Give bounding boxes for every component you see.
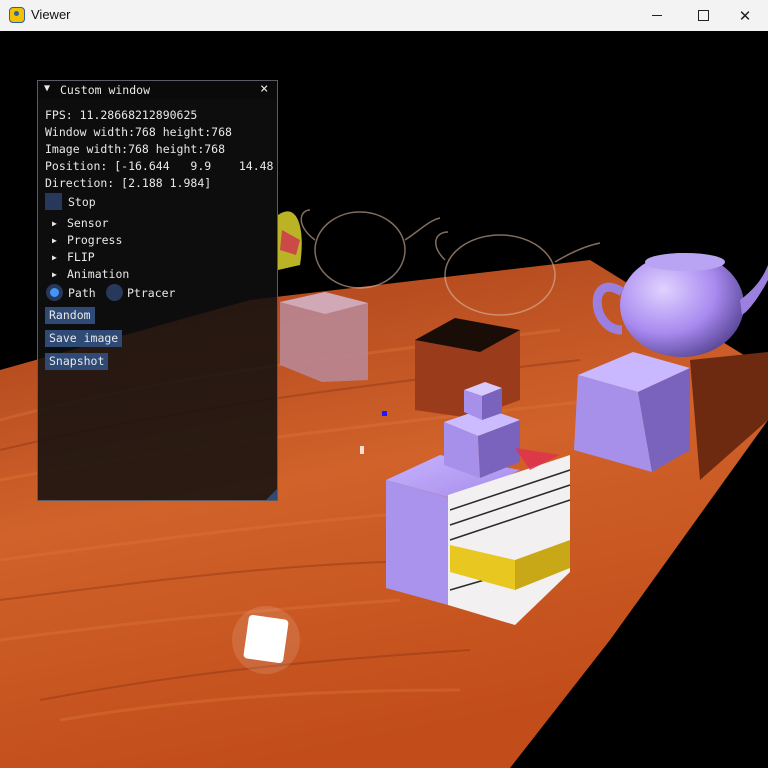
panel-titlebar[interactable]: ▼ Custom window × (38, 81, 277, 99)
radio-path-label: Path (68, 286, 96, 300)
panel-close-icon[interactable]: × (260, 81, 268, 97)
stop-checkbox[interactable] (45, 193, 62, 210)
collapse-icon[interactable]: ▼ (44, 83, 50, 94)
snapshot-button[interactable]: Snapshot (45, 353, 109, 370)
python-icon (9, 7, 25, 23)
tree-node-flip[interactable]: FLIP (67, 250, 95, 264)
direction-text: Direction: [2.188 1.984] (45, 176, 212, 190)
random-button[interactable]: Random (45, 307, 95, 324)
fps-text: FPS: 11.28668212890625 (45, 108, 198, 122)
minimize-icon (652, 15, 662, 16)
maximize-button[interactable] (680, 0, 726, 31)
tree-arrow-icon[interactable]: ▶ (52, 236, 57, 245)
maximize-icon (697, 10, 709, 21)
minimize-button[interactable] (634, 0, 680, 31)
close-button[interactable]: ✕ (722, 0, 768, 31)
purple-cube-right (574, 352, 690, 472)
position-text: Position: [-16.644 9.9 14.48 (45, 159, 274, 173)
radio-ptracer[interactable] (106, 284, 123, 301)
window-titlebar: Viewer ✕ (0, 0, 768, 32)
focus-marker (382, 411, 387, 416)
tree-node-progress[interactable]: Progress (67, 233, 122, 247)
panel-title: Custom window (60, 83, 151, 97)
tree-arrow-icon[interactable]: ▶ (52, 219, 57, 228)
save-image-button[interactable]: Save image (45, 330, 123, 347)
image-size-text: Image width:768 height:768 (45, 142, 226, 156)
window-size-text: Window width:768 height:768 (45, 125, 232, 139)
tree-arrow-icon[interactable]: ▶ (52, 270, 57, 279)
window-title: Viewer (31, 7, 71, 22)
custom-window-panel[interactable]: ▼ Custom window × FPS: 11.28668212890625… (37, 80, 278, 501)
stop-label: Stop (68, 195, 96, 209)
radio-ptracer-label: Ptracer (127, 286, 176, 300)
close-icon: ✕ (738, 6, 752, 25)
tree-node-animation[interactable]: Animation (67, 267, 129, 281)
tree-arrow-icon[interactable]: ▶ (52, 253, 57, 262)
radio-path[interactable] (46, 284, 63, 301)
tree-node-sensor[interactable]: Sensor (67, 216, 109, 230)
resize-grip[interactable] (266, 489, 277, 500)
